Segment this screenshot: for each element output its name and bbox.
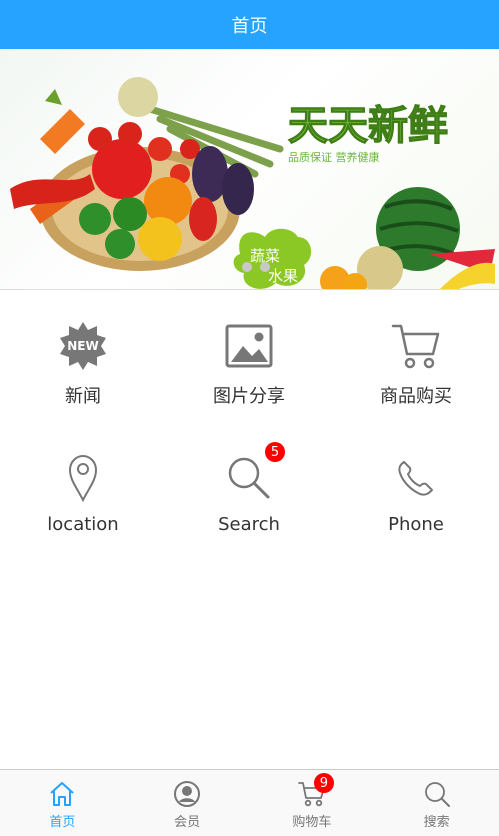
svg-text:品质保证 营养健康: 品质保证 营养健康 — [288, 150, 380, 164]
grid-item-search[interactable]: 5 Search — [166, 442, 332, 578]
user-icon — [173, 780, 201, 808]
app-page: 首页 天天新鲜 品质保证 营养健康 蔬菜 水果 NEW 新闻 图片分享 商品购买… — [0, 0, 499, 836]
tab-home[interactable]: 首页 — [0, 770, 125, 836]
grid-item-photo-share[interactable]: 图片分享 — [166, 316, 332, 446]
tab-label: 会员 — [174, 815, 201, 830]
tab-member[interactable]: 会员 — [125, 770, 250, 836]
tab-label: 首页 — [49, 815, 76, 830]
grid-item-label: 商品购买 — [380, 386, 452, 407]
notification-badge: 5 — [265, 442, 285, 462]
divider — [0, 289, 499, 290]
search-icon — [423, 780, 451, 808]
grid-item-label: 图片分享 — [213, 386, 285, 407]
grid-item-label: location — [47, 514, 119, 535]
tab-cart[interactable]: 9 购物车 — [250, 770, 375, 836]
tab-label: 搜索 — [423, 815, 450, 830]
carousel-dot[interactable] — [242, 262, 252, 272]
grid-item-phone[interactable]: Phone — [333, 448, 499, 578]
app-header: 首页 — [0, 0, 499, 49]
search-icon: 5 — [219, 442, 285, 508]
image-icon — [219, 316, 279, 376]
bottom-tab-bar: 首页 会员 9 购物车 搜索 — [0, 769, 499, 836]
new-badge-icon: NEW — [53, 316, 113, 376]
svg-text:天天新鲜: 天天新鲜 — [288, 103, 448, 149]
tab-search[interactable]: 搜索 — [374, 770, 499, 836]
page-title: 首页 — [231, 15, 268, 37]
tab-label: 购物车 — [292, 815, 332, 830]
grid-item-news[interactable]: NEW 新闻 — [0, 316, 166, 446]
grid-item-location[interactable]: location — [0, 448, 166, 578]
banner-image: 天天新鲜 品质保证 营养健康 蔬菜 水果 — [10, 77, 495, 289]
cart-count-badge: 9 — [313, 773, 334, 793]
phone-icon — [386, 448, 446, 508]
cart-icon — [386, 316, 446, 376]
svg-text:水果: 水果 — [268, 267, 298, 285]
grid-item-label: 新闻 — [65, 386, 101, 407]
carousel-dot[interactable] — [260, 262, 270, 272]
home-icon — [48, 780, 76, 808]
location-pin-icon — [53, 448, 113, 508]
grid-item-label: Search — [218, 514, 280, 535]
carousel-indicator[interactable] — [242, 262, 270, 272]
grid-item-label: Phone — [388, 514, 444, 535]
svg-text:NEW: NEW — [67, 339, 98, 353]
cart-icon: 9 — [297, 773, 334, 808]
banner-carousel[interactable]: 天天新鲜 品质保证 营养健康 蔬菜 水果 — [0, 49, 499, 289]
grid-item-shop[interactable]: 商品购买 — [333, 316, 499, 446]
